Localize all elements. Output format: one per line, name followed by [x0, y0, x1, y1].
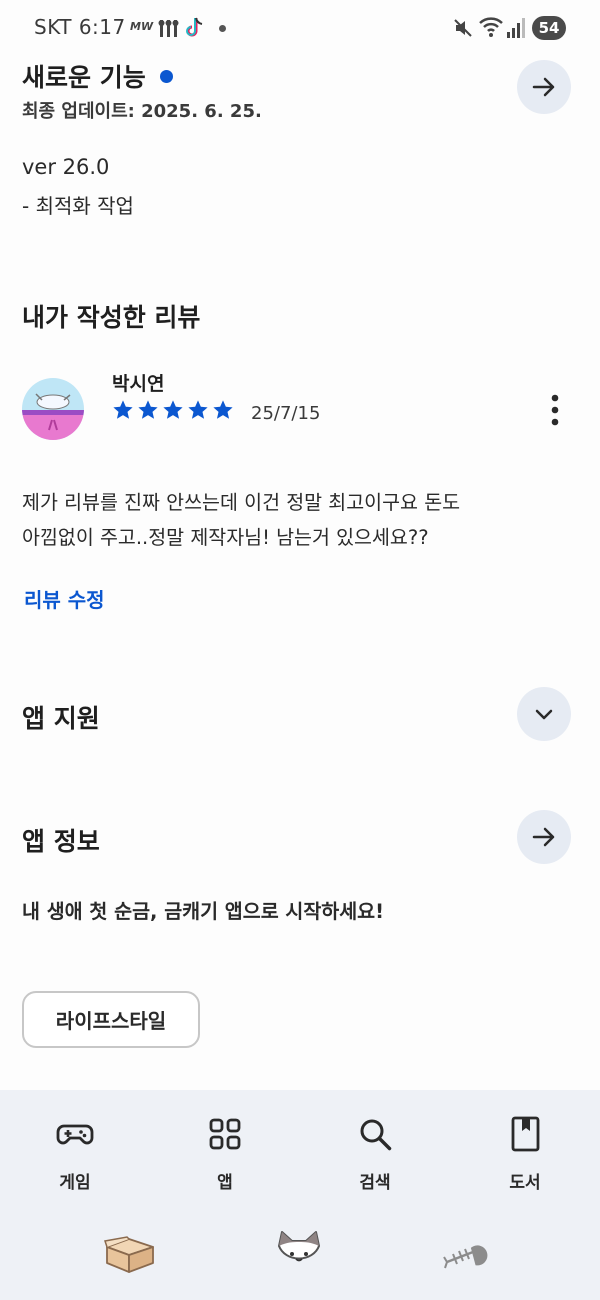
last-updated-text: 최종 업데이트: 2025. 6. 25.: [22, 101, 262, 122]
fishbone-icon[interactable]: [443, 1238, 491, 1272]
status-time: SKT 6:17: [34, 15, 126, 39]
whats-new-title: 새로운 기능: [22, 63, 146, 92]
search-icon: [360, 1119, 392, 1151]
arrow-right-icon: [532, 827, 555, 847]
review-more-button[interactable]: [540, 392, 570, 428]
nav-item-search[interactable]: 검색: [315, 1114, 435, 1193]
nav-item-books[interactable]: 도서: [465, 1114, 585, 1193]
whats-new-arrow-button[interactable]: [517, 60, 571, 114]
star-icon: [213, 400, 233, 419]
review-date: 25/7/15: [251, 403, 321, 424]
gamepad-icon: [56, 1124, 94, 1145]
status-mw-label: MW: [130, 20, 154, 33]
avatar: [22, 378, 84, 440]
my-review-heading: 내가 작성한 리뷰: [22, 303, 201, 332]
arrow-right-icon: [532, 77, 555, 97]
nav-item-apps[interactable]: 앱: [165, 1114, 285, 1193]
review-text-line-2: 아낌없이 주고..정말 제작자님! 남는거 있으세요??: [22, 526, 429, 549]
star-icon: [188, 400, 208, 419]
category-chip[interactable]: 라이프스타일: [22, 991, 200, 1048]
bottom-navigation: 게임 앱 검색 도서: [0, 1090, 600, 1300]
signal-icon: [507, 18, 525, 38]
nav-label-books: 도서: [509, 1173, 541, 1193]
nav-label-search: 검색: [359, 1173, 391, 1193]
cat-face-icon[interactable]: [273, 1228, 325, 1276]
box-icon[interactable]: [103, 1233, 157, 1275]
nav-item-games[interactable]: 게임: [15, 1114, 135, 1193]
version-text: ver 26.0: [22, 155, 110, 179]
reviewer-name: 박시연: [112, 373, 165, 395]
star-icon: [163, 400, 183, 419]
whats-new-header: 새로운 기능: [22, 58, 173, 94]
apps-grid-icon: [209, 1118, 241, 1150]
edit-review-link[interactable]: 리뷰 수정: [24, 584, 105, 613]
notification-app-icon: [158, 20, 179, 37]
mute-icon: [454, 19, 472, 37]
chevron-down-icon: [535, 709, 553, 720]
book-icon: [511, 1116, 540, 1152]
tiktok-icon: [186, 17, 203, 37]
app-info-arrow-button[interactable]: [517, 810, 571, 864]
star-icon: [113, 400, 133, 419]
release-notes-text: - 최적화 작업: [22, 194, 134, 218]
nav-label-apps: 앱: [217, 1173, 233, 1193]
status-bar: SKT 6:17 MW 54: [0, 0, 600, 56]
app-info-title[interactable]: 앱 정보: [22, 822, 100, 858]
nav-label-games: 게임: [59, 1173, 91, 1193]
app-support-title[interactable]: 앱 지원: [22, 699, 100, 735]
battery-indicator: 54: [532, 16, 566, 40]
star-icon: [138, 400, 158, 419]
rating-stars: [112, 399, 234, 421]
more-vert-icon: [551, 394, 559, 426]
wifi-icon: [479, 17, 503, 37]
app-description: 내 생애 첫 순금, 금캐기 앱으로 시작하세요!: [22, 900, 385, 923]
notification-dot: [219, 25, 226, 32]
new-indicator-dot: [159, 69, 173, 83]
app-support-expand-button[interactable]: [517, 687, 571, 741]
review-text-line-1: 제가 리뷰를 진짜 안쓰는데 이건 정말 최고이구요 돈도: [22, 491, 461, 514]
